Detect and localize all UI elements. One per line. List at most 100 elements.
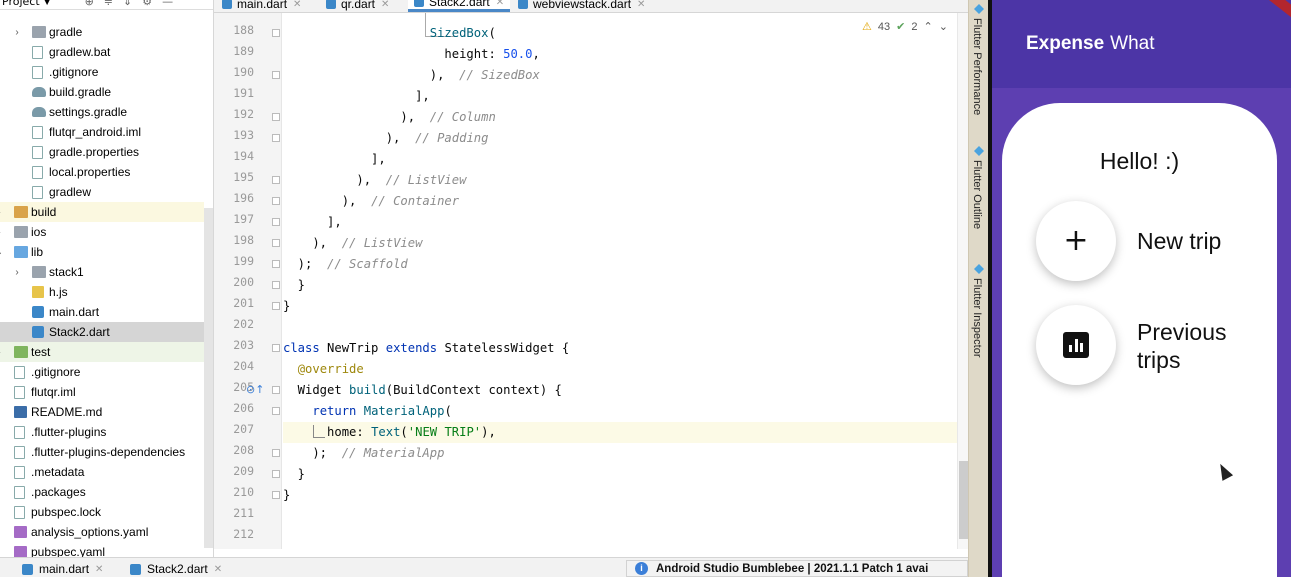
override-marker-icon[interactable]: ⊙↑ bbox=[246, 383, 264, 396]
expand-icon[interactable]: ⇕ bbox=[123, 0, 132, 8]
code-line[interactable]: ], bbox=[283, 149, 386, 170]
project-panel-title[interactable]: Project bbox=[2, 0, 40, 8]
code-line[interactable]: height: 50.0, bbox=[283, 44, 539, 65]
fold-marker-icon[interactable] bbox=[272, 239, 280, 247]
code-editor[interactable]: SizedBox( height: 50.0, ), // SizedBox ]… bbox=[283, 13, 959, 549]
code-line[interactable]: Widget build(BuildContext context) { bbox=[283, 380, 562, 401]
close-icon[interactable]: ✕ bbox=[95, 564, 103, 575]
fold-marker-icon[interactable] bbox=[272, 470, 280, 478]
code-line[interactable]: ), // Container bbox=[283, 191, 459, 212]
tab-webviewstack-dart[interactable]: webviewstack.dart ✕ bbox=[518, 0, 645, 12]
tab-main-dart[interactable]: main.dart ✕ bbox=[222, 0, 301, 12]
project-scrollbar[interactable] bbox=[204, 208, 213, 548]
collapse-all-icon[interactable]: ≑ bbox=[104, 0, 113, 8]
fold-marker-icon[interactable] bbox=[272, 491, 280, 499]
tree-item[interactable]: local.properties bbox=[0, 162, 204, 182]
tree-item[interactable]: .metadata bbox=[0, 462, 204, 482]
fold-marker-icon[interactable] bbox=[272, 71, 280, 79]
chevron-right-icon[interactable]: › bbox=[12, 267, 22, 278]
tree-item[interactable]: › stack1 bbox=[0, 262, 204, 282]
code-line[interactable]: ), // Column bbox=[283, 107, 495, 128]
code-line[interactable]: class NewTrip extends StatelessWidget { bbox=[283, 338, 569, 359]
flutter-performance-tab[interactable]: Flutter Performance bbox=[971, 18, 983, 115]
tree-item[interactable]: Stack2.dart bbox=[0, 322, 204, 342]
fold-marker-icon[interactable] bbox=[272, 302, 280, 310]
previous-trips-button[interactable] bbox=[1036, 305, 1116, 385]
bottom-tab-main-dart[interactable]: main.dart ✕ bbox=[22, 562, 103, 576]
tree-item[interactable]: .gitignore bbox=[0, 362, 204, 382]
flutter-outline-tab[interactable]: Flutter Outline bbox=[971, 160, 983, 229]
close-icon[interactable]: ✕ bbox=[214, 564, 222, 575]
code-line[interactable]: SizedBox( bbox=[283, 23, 496, 44]
fold-marker-icon[interactable] bbox=[272, 113, 280, 121]
tree-item[interactable]: .flutter-plugins-dependencies bbox=[0, 442, 204, 462]
fold-marker-icon[interactable] bbox=[272, 407, 280, 415]
update-notification[interactable]: i Android Studio Bumblebee | 2021.1.1 Pa… bbox=[626, 560, 968, 577]
new-trip-button[interactable]: + bbox=[1036, 201, 1116, 281]
code-line[interactable]: } bbox=[283, 464, 305, 485]
editor-gutter[interactable]: 188 189 190 191 192 193 194 195 196 197 198 199 200 2… bbox=[214, 13, 282, 549]
vertical-scrollbar[interactable] bbox=[957, 13, 968, 549]
fold-marker-icon[interactable] bbox=[272, 386, 280, 394]
fold-marker-icon[interactable] bbox=[272, 281, 280, 289]
code-line[interactable]: return MaterialApp( bbox=[283, 401, 451, 422]
code-line[interactable]: } bbox=[283, 485, 290, 506]
tab-qr-dart[interactable]: qr.dart ✕ bbox=[326, 0, 389, 12]
tree-item[interactable]: › gradle bbox=[0, 22, 204, 42]
chevron-right-icon[interactable]: › bbox=[0, 207, 4, 218]
tree-item[interactable]: h.js bbox=[0, 282, 204, 302]
fold-marker-icon[interactable] bbox=[272, 260, 280, 268]
previous-trips-label[interactable]: Previous trips bbox=[1137, 318, 1226, 374]
close-icon[interactable]: ✕ bbox=[637, 0, 645, 10]
close-icon[interactable]: ✕ bbox=[496, 0, 504, 8]
tree-item[interactable]: flutqr_android.iml bbox=[0, 122, 204, 142]
tree-item[interactable]: analysis_options.yaml bbox=[0, 522, 204, 542]
fold-marker-icon[interactable] bbox=[272, 29, 280, 37]
fold-marker-icon[interactable] bbox=[272, 344, 280, 352]
flutter-inspector-tab[interactable]: Flutter Inspector bbox=[971, 278, 983, 357]
tab-stack2-dart[interactable]: Stack2.dart ✕ bbox=[408, 0, 511, 12]
code-line[interactable]: home: Text('NEW TRIP'), bbox=[283, 422, 496, 443]
tree-item[interactable]: gradle.properties bbox=[0, 142, 204, 162]
tree-item[interactable]: main.dart bbox=[0, 302, 204, 322]
tree-item[interactable]: ⌄ lib bbox=[0, 242, 204, 262]
chevron-up-icon[interactable]: ⌃ bbox=[923, 20, 932, 33]
chevron-down-icon[interactable]: ⌄ bbox=[939, 20, 948, 33]
chevron-right-icon[interactable]: › bbox=[12, 27, 22, 38]
tree-item[interactable]: build.gradle bbox=[0, 82, 204, 102]
close-icon[interactable]: ✕ bbox=[293, 0, 301, 10]
tree-item[interactable]: flutqr.iml bbox=[0, 382, 204, 402]
code-line[interactable]: ], bbox=[283, 86, 430, 107]
fold-marker-icon[interactable] bbox=[272, 134, 280, 142]
scrollbar-thumb[interactable] bbox=[959, 461, 968, 539]
fold-marker-icon[interactable] bbox=[272, 449, 280, 457]
code-line[interactable]: ), // ListView bbox=[283, 170, 466, 191]
fold-marker-icon[interactable] bbox=[272, 176, 280, 184]
tree-item[interactable]: .flutter-plugins bbox=[0, 422, 204, 442]
code-line[interactable]: } bbox=[283, 275, 305, 296]
tree-item[interactable]: gradlew.bat bbox=[0, 42, 204, 62]
code-line[interactable]: ), // Padding bbox=[283, 128, 489, 149]
chevron-right-icon[interactable]: › bbox=[0, 347, 4, 358]
locate-icon[interactable]: ⊕ bbox=[85, 0, 94, 8]
code-line[interactable]: ), // SizedBox bbox=[283, 65, 540, 86]
close-icon[interactable]: ✕ bbox=[381, 0, 389, 10]
tree-item[interactable]: README.md bbox=[0, 402, 204, 422]
tree-item[interactable]: settings.gradle bbox=[0, 102, 204, 122]
gear-icon[interactable]: ⚙ bbox=[142, 0, 152, 8]
tree-item[interactable]: .packages bbox=[0, 482, 204, 502]
tree-item[interactable]: › ios bbox=[0, 222, 204, 242]
tree-item[interactable]: .gitignore bbox=[0, 62, 204, 82]
chevron-right-icon[interactable]: › bbox=[0, 227, 4, 238]
chevron-down-icon[interactable]: ⌄ bbox=[0, 247, 4, 258]
inspection-widget[interactable]: ⚠ 43 ✔ 2 ⌃ ⌄ bbox=[862, 20, 948, 34]
emulator-screen[interactable]: Expense What Hello! :) + New trip Previo… bbox=[988, 0, 1291, 577]
fold-marker-icon[interactable] bbox=[272, 218, 280, 226]
hide-icon[interactable]: — bbox=[162, 0, 173, 8]
code-line[interactable]: ), // ListView bbox=[283, 233, 422, 254]
tree-item[interactable]: › build bbox=[0, 202, 204, 222]
code-line[interactable]: @override bbox=[283, 359, 364, 380]
fold-marker-icon[interactable] bbox=[272, 197, 280, 205]
chevron-down-icon[interactable]: ▼ bbox=[44, 0, 51, 7]
code-line[interactable]: ); // Scaffold bbox=[283, 254, 408, 275]
